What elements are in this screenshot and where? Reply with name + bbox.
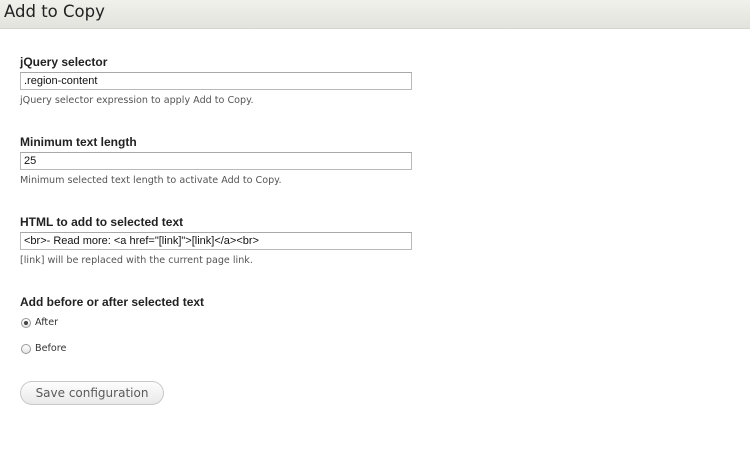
selector-input[interactable]: .region-content <box>20 72 412 90</box>
page-title: Add to Copy <box>4 2 105 21</box>
selector-description: jQuery selector expression to apply Add … <box>20 95 254 106</box>
position-label: Add before or after selected text <box>20 295 205 309</box>
html-label: HTML to add to selected text <box>20 215 184 229</box>
selector-label: jQuery selector <box>20 55 108 69</box>
min-length-label: Minimum text length <box>20 135 137 149</box>
page-header: Add to Copy <box>0 0 750 29</box>
radio-after-button[interactable] <box>21 318 31 328</box>
radio-before-label[interactable]: Before <box>35 343 66 354</box>
save-configuration-button[interactable]: Save configuration <box>20 381 164 405</box>
radio-before-button[interactable] <box>21 344 31 354</box>
html-description: [link] will be replaced with the current… <box>20 255 253 266</box>
min-length-description: Minimum selected text length to activate… <box>20 175 282 186</box>
html-input[interactable]: <br>- Read more: <a href="[link]">[link]… <box>20 232 412 250</box>
radio-after-label[interactable]: After <box>35 317 58 328</box>
min-length-input[interactable]: 25 <box>20 152 412 170</box>
